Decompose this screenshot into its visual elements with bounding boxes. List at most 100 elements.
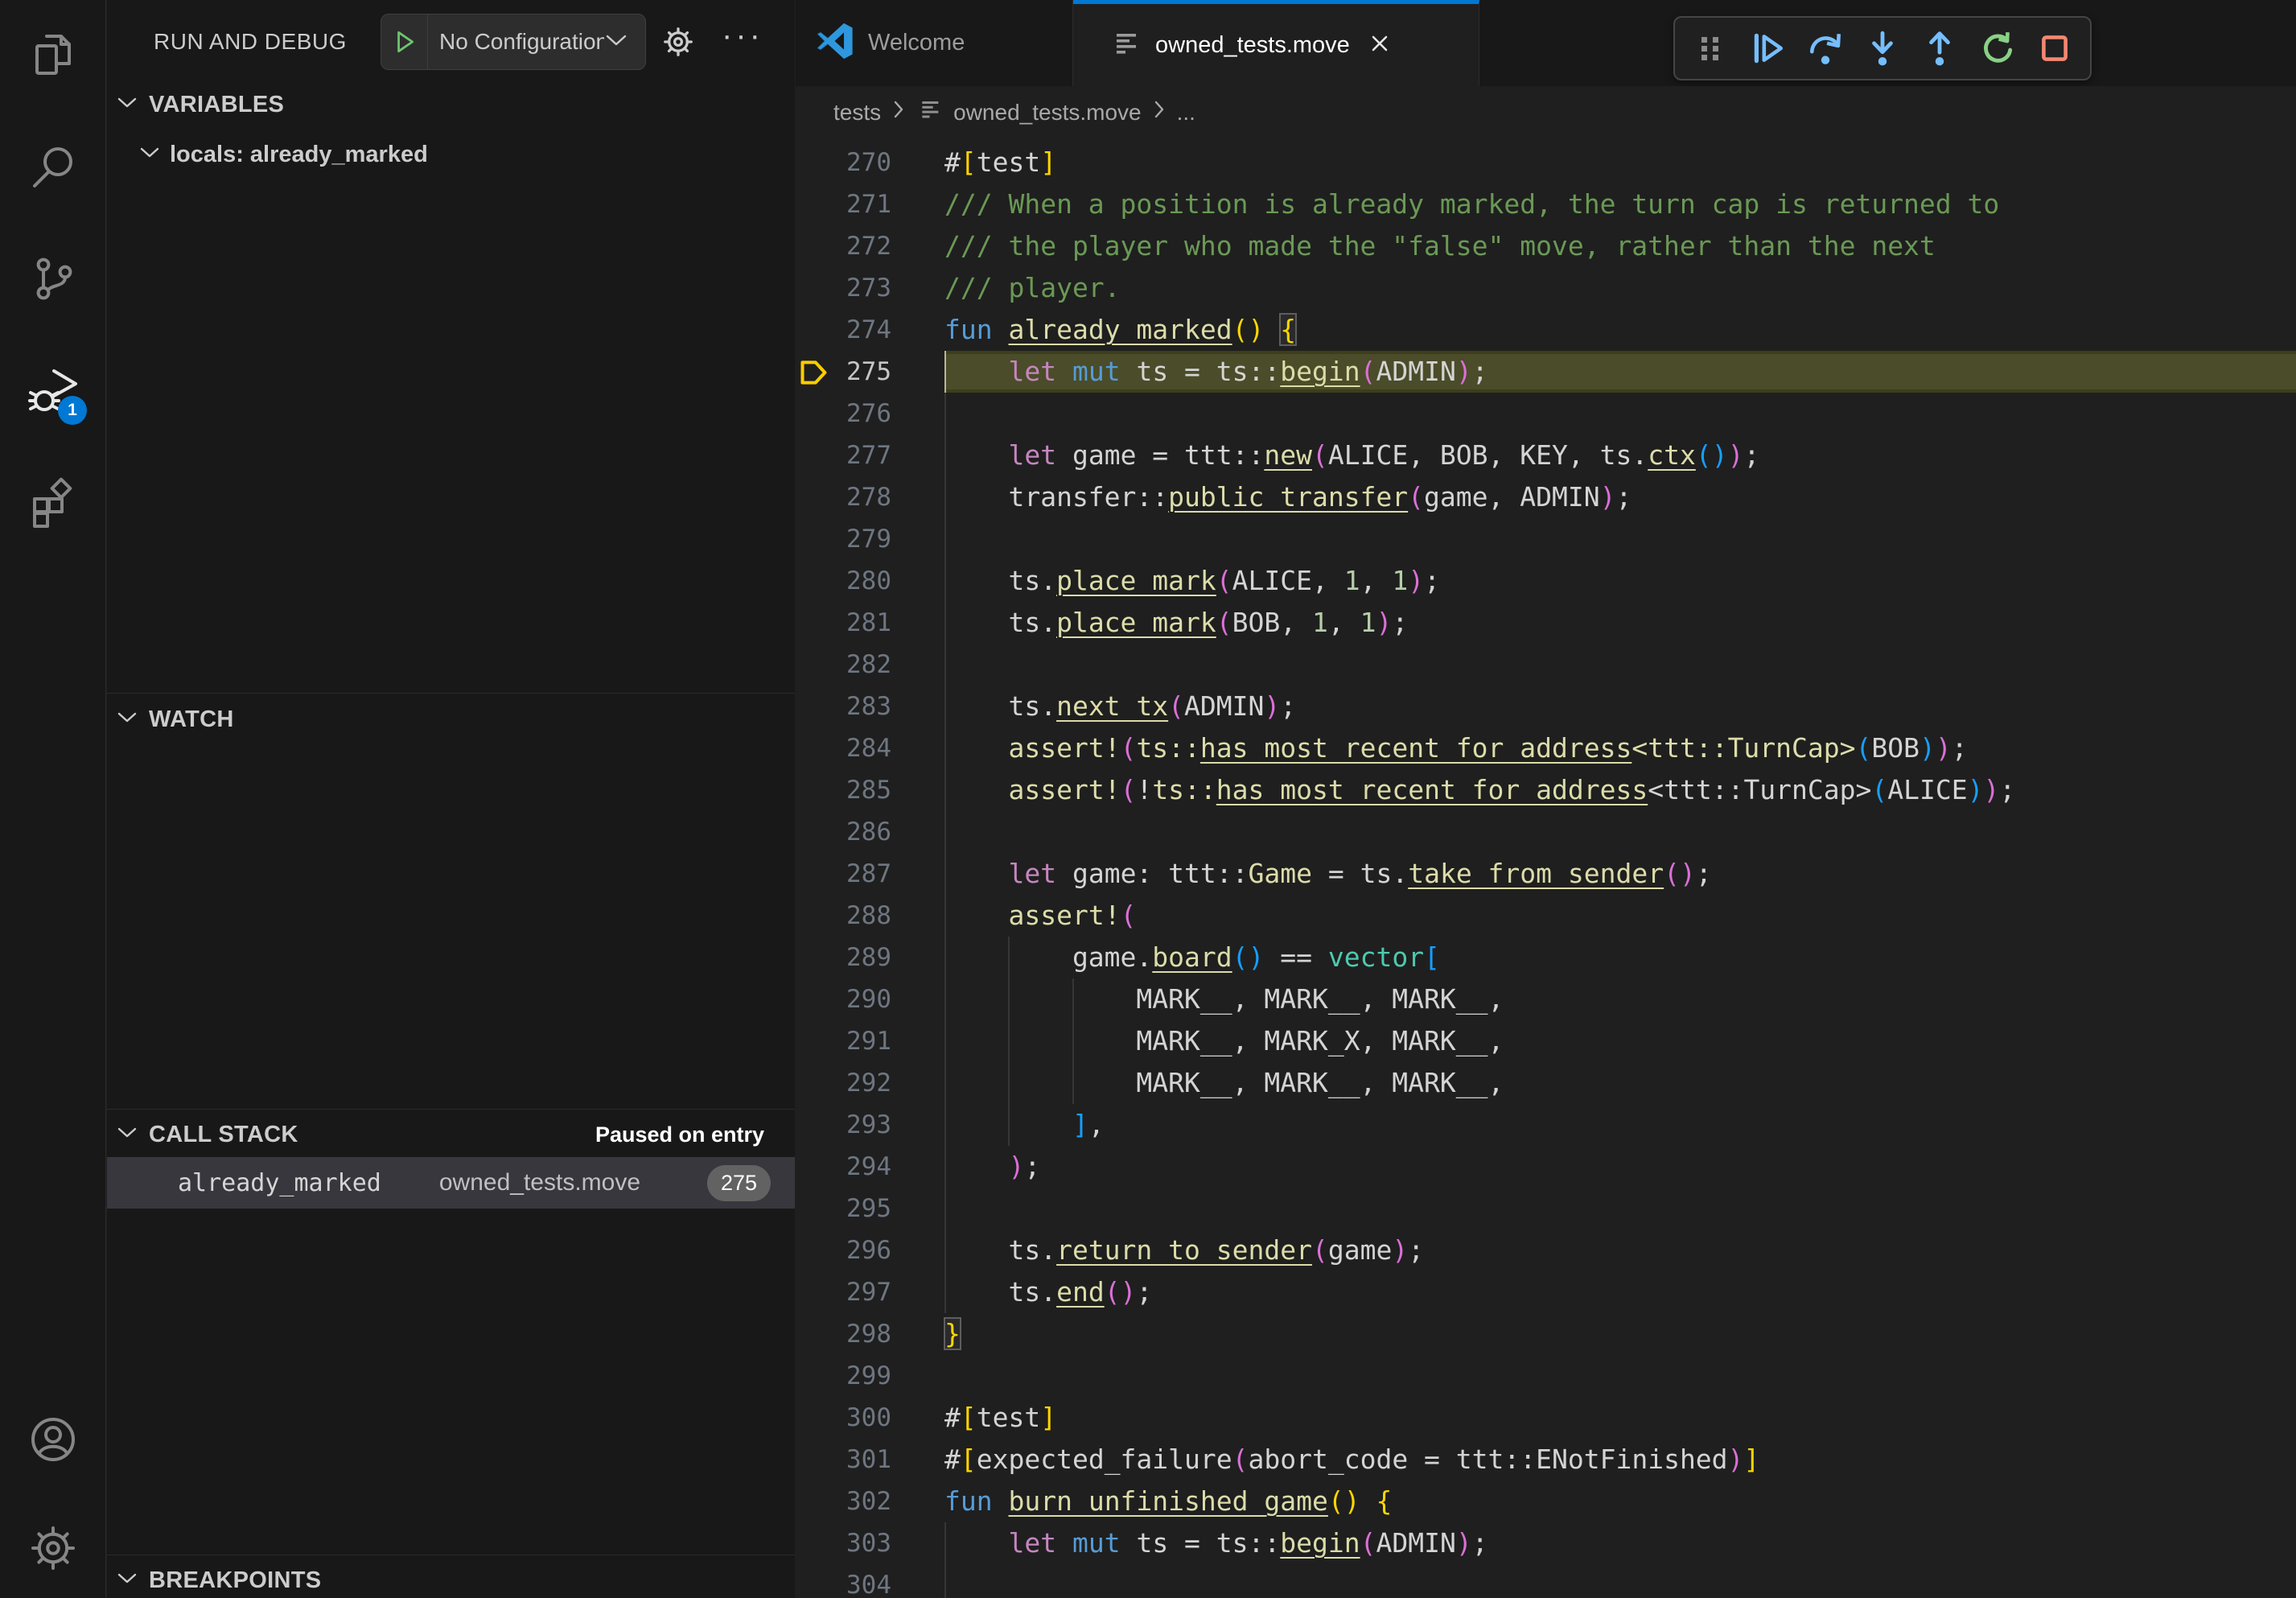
gutter[interactable]: 281: [796, 602, 944, 644]
code-editor[interactable]: 270#[test]271/// When a position is alre…: [796, 138, 2296, 1598]
line-content[interactable]: [944, 1355, 2296, 1397]
code-line[interactable]: 280 ts.place_mark(ALICE, 1, 1);: [796, 560, 2296, 602]
line-content[interactable]: let mut ts = ts::begin(ADMIN);: [944, 1522, 2296, 1564]
code-line[interactable]: 283 ts.next_tx(ADMIN);: [796, 686, 2296, 727]
code-line[interactable]: 304: [796, 1564, 2296, 1598]
gutter[interactable]: 289: [796, 937, 944, 978]
extensions-icon[interactable]: [27, 477, 79, 529]
line-content[interactable]: MARK__, MARK__, MARK__,: [944, 978, 2296, 1020]
code-line[interactable]: 300#[test]: [796, 1397, 2296, 1439]
line-content[interactable]: ts.place_mark(BOB, 1, 1);: [944, 602, 2296, 644]
gutter[interactable]: 297: [796, 1271, 944, 1313]
gutter[interactable]: 279: [796, 518, 944, 560]
code-line[interactable]: 278 transfer::public_transfer(game, ADMI…: [796, 476, 2296, 518]
code-line[interactable]: 270#[test]: [796, 142, 2296, 183]
code-line[interactable]: 276: [796, 393, 2296, 435]
code-line[interactable]: 301#[expected_failure(abort_code = ttt::…: [796, 1439, 2296, 1481]
call-stack-section-header[interactable]: CALL STACK Paused on entry: [107, 1114, 795, 1155]
gutter[interactable]: 286: [796, 811, 944, 853]
code-line[interactable]: 287 let game: ttt::Game = ts.take_from_s…: [796, 853, 2296, 895]
gutter[interactable]: 282: [796, 644, 944, 686]
code-line[interactable]: 274fun already_marked() {: [796, 309, 2296, 351]
gutter[interactable]: 303: [796, 1522, 944, 1564]
current-code-line[interactable]: 275 let mut ts = ts::begin(ADMIN);: [796, 351, 2296, 393]
code-line[interactable]: 281 ts.place_mark(BOB, 1, 1);: [796, 602, 2296, 644]
code-line[interactable]: 289 game.board() == vector[: [796, 937, 2296, 978]
gutter[interactable]: 270: [796, 142, 944, 183]
line-content[interactable]: transfer::public_transfer(game, ADMIN);: [944, 476, 2296, 518]
code-line[interactable]: 299: [796, 1355, 2296, 1397]
source-control-icon[interactable]: [27, 253, 79, 304]
line-content[interactable]: #[test]: [944, 142, 2296, 183]
line-content[interactable]: ts.next_tx(ADMIN);: [944, 686, 2296, 727]
line-content[interactable]: /// the player who made the "false" move…: [944, 225, 2296, 267]
gutter[interactable]: 302: [796, 1481, 944, 1522]
code-line[interactable]: 284 assert!(ts::has_most_recent_for_addr…: [796, 727, 2296, 769]
account-icon[interactable]: [27, 1414, 79, 1465]
gutter[interactable]: 276: [796, 393, 944, 435]
line-content[interactable]: fun already_marked() {: [944, 309, 2296, 351]
code-line[interactable]: 294 );: [796, 1146, 2296, 1188]
call-stack-frame-row[interactable]: already_marked owned_tests.move 275: [107, 1157, 795, 1209]
gutter[interactable]: 304: [796, 1564, 944, 1598]
run-and-debug-icon[interactable]: 1: [27, 365, 79, 417]
start-debug-icon[interactable]: [381, 14, 428, 69]
stop-icon[interactable]: [2035, 29, 2074, 68]
line-content[interactable]: [944, 393, 2296, 435]
gutter[interactable]: 271: [796, 183, 944, 225]
line-content[interactable]: [944, 518, 2296, 560]
code-line[interactable]: 291 MARK__, MARK_X, MARK__,: [796, 1020, 2296, 1062]
line-content[interactable]: game.board() == vector[: [944, 937, 2296, 978]
code-line[interactable]: 292 MARK__, MARK__, MARK__,: [796, 1062, 2296, 1104]
step-over-icon[interactable]: [1806, 29, 1845, 68]
line-content[interactable]: ts.end();: [944, 1271, 2296, 1313]
code-line[interactable]: 290 MARK__, MARK__, MARK__,: [796, 978, 2296, 1020]
gutter[interactable]: 294: [796, 1146, 944, 1188]
gutter[interactable]: 292: [796, 1062, 944, 1104]
settings-gear-icon[interactable]: [27, 1522, 79, 1574]
code-line[interactable]: 282: [796, 644, 2296, 686]
variables-section-header[interactable]: VARIABLES: [107, 84, 795, 126]
gutter[interactable]: 296: [796, 1229, 944, 1271]
debug-config-dropdown[interactable]: No Configurations: [381, 14, 646, 70]
breadcrumb-more[interactable]: ...: [1177, 100, 1195, 126]
tab-owned-tests[interactable]: owned_tests.move: [1073, 0, 1479, 86]
line-content[interactable]: /// player.: [944, 267, 2296, 309]
line-content[interactable]: let mut ts = ts::begin(ADMIN);: [944, 351, 2296, 393]
gripper-icon[interactable]: [1691, 29, 1730, 68]
line-content[interactable]: #[expected_failure(abort_code = ttt::ENo…: [944, 1439, 2296, 1481]
code-line[interactable]: 298}: [796, 1313, 2296, 1355]
gutter[interactable]: 284: [796, 727, 944, 769]
line-content[interactable]: let game: ttt::Game = ts.take_from_sende…: [944, 853, 2296, 895]
gutter[interactable]: 272: [796, 225, 944, 267]
code-line[interactable]: 285 assert!(!ts::has_most_recent_for_add…: [796, 769, 2296, 811]
line-content[interactable]: assert!(ts::has_most_recent_for_address<…: [944, 727, 2296, 769]
line-content[interactable]: let game = ttt::new(ALICE, BOB, KEY, ts.…: [944, 435, 2296, 476]
breadcrumb-file[interactable]: owned_tests.move: [953, 100, 1141, 126]
line-content[interactable]: [944, 644, 2296, 686]
gutter[interactable]: 277: [796, 435, 944, 476]
gutter[interactable]: 298: [796, 1313, 944, 1355]
line-content[interactable]: ts.place_mark(ALICE, 1, 1);: [944, 560, 2296, 602]
code-line[interactable]: 297 ts.end();: [796, 1271, 2296, 1313]
code-line[interactable]: 295: [796, 1188, 2296, 1229]
breadcrumb-folder[interactable]: tests: [833, 100, 881, 126]
code-line[interactable]: 279: [796, 518, 2296, 560]
code-line[interactable]: 296 ts.return_to_sender(game);: [796, 1229, 2296, 1271]
line-content[interactable]: /// When a position is already marked, t…: [944, 183, 2296, 225]
search-icon[interactable]: [27, 142, 79, 193]
gutter[interactable]: 280: [796, 560, 944, 602]
breakpoints-section-header[interactable]: BREAKPOINTS: [107, 1559, 795, 1598]
line-content[interactable]: assert!(!ts::has_most_recent_for_address…: [944, 769, 2296, 811]
line-content[interactable]: MARK__, MARK_X, MARK__,: [944, 1020, 2296, 1062]
line-content[interactable]: [944, 1564, 2296, 1598]
line-content[interactable]: assert!(: [944, 895, 2296, 937]
code-line[interactable]: 288 assert!(: [796, 895, 2296, 937]
tab-welcome[interactable]: Welcome: [796, 0, 1073, 86]
more-actions-icon[interactable]: ···: [722, 18, 763, 54]
line-content[interactable]: MARK__, MARK__, MARK__,: [944, 1062, 2296, 1104]
gutter[interactable]: 288: [796, 895, 944, 937]
gutter[interactable]: 283: [796, 686, 944, 727]
line-content[interactable]: fun burn_unfinished_game() {: [944, 1481, 2296, 1522]
restart-icon[interactable]: [1978, 29, 2017, 68]
